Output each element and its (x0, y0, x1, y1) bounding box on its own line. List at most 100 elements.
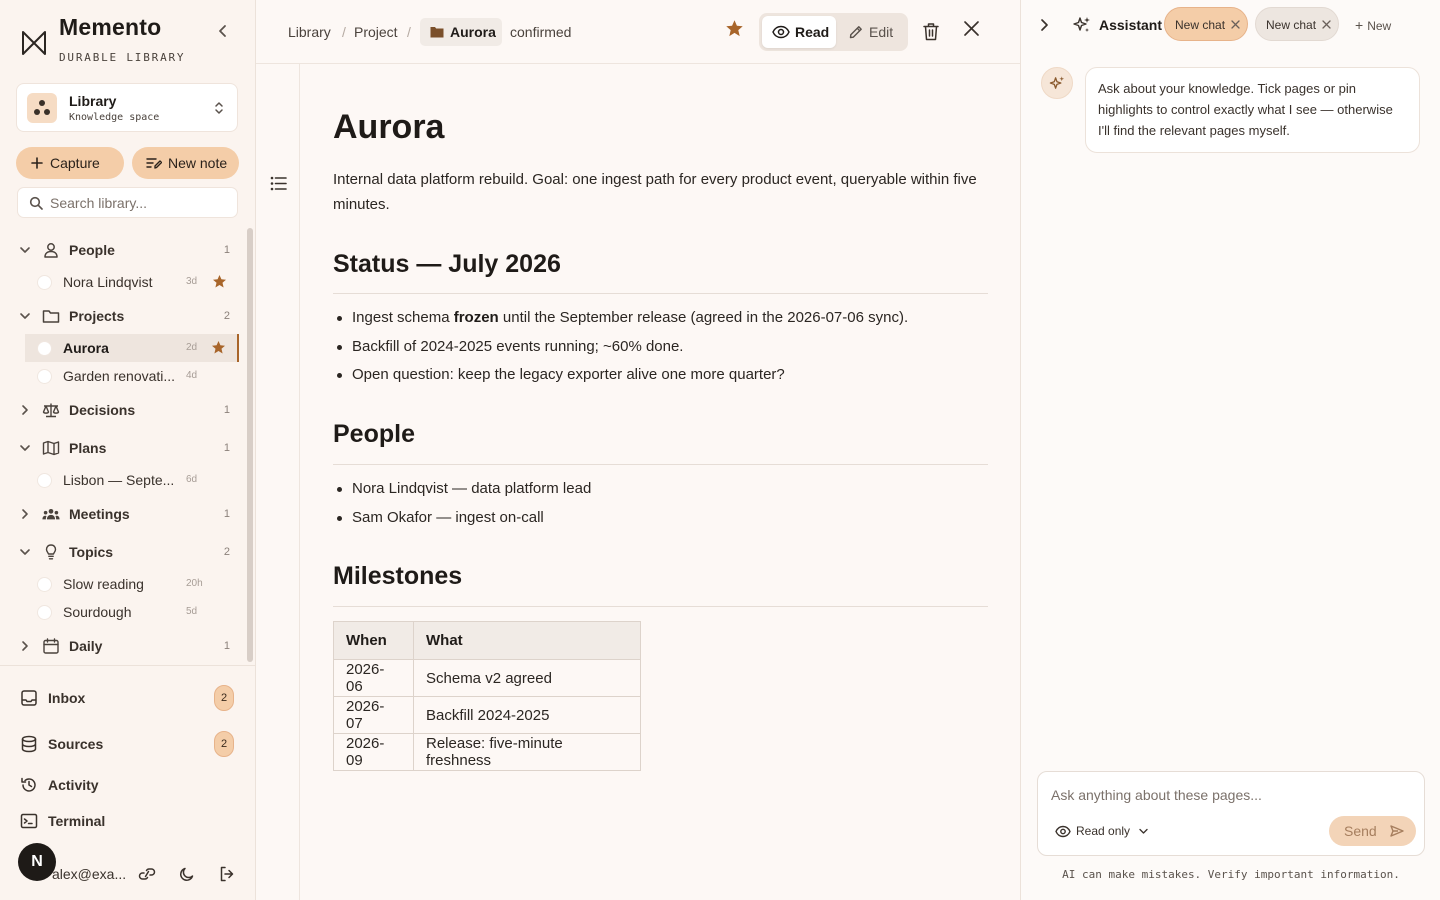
trash-icon[interactable] (922, 22, 940, 41)
eye-icon (1055, 825, 1071, 838)
read-mode-label: Read (795, 24, 830, 40)
close-icon[interactable] (963, 20, 980, 37)
tree-item-lisbon-september[interactable]: Lisbon — Septe... 6d (0, 466, 240, 494)
nav-activity[interactable]: Activity (20, 771, 240, 799)
tree-item-sourdough[interactable]: Sourdough 5d (0, 598, 240, 626)
divider (0, 665, 255, 666)
nav-label: Terminal (48, 813, 106, 829)
assistant-greeting: Ask about your knowledge. Tick pages or … (1085, 67, 1420, 153)
folder-icon (430, 27, 444, 38)
plus-icon (31, 157, 43, 169)
tree-group-meetings[interactable]: Meetings 1 (0, 500, 240, 528)
tree-item-slow-reading[interactable]: Slow reading 20h (0, 570, 240, 598)
page-dot-icon (37, 369, 52, 384)
toc-rail (256, 64, 300, 900)
page-dot-icon (37, 275, 52, 290)
tree-group-count: 1 (223, 244, 230, 256)
tree-item-label: Sourdough (63, 604, 132, 620)
close-icon[interactable] (1322, 20, 1331, 29)
chevron-down-icon (20, 313, 30, 319)
table-cell: Release: five-minute freshness (413, 733, 641, 771)
tree-group-label: Topics (69, 544, 114, 560)
chat-input[interactable] (1051, 782, 1411, 808)
list-item: Sam Okafor — ingest on-call (333, 504, 591, 533)
page-dot-icon (37, 605, 52, 620)
page-dot-icon (37, 577, 52, 592)
plus-icon: + (1355, 17, 1364, 33)
access-mode-label: Read only (1076, 824, 1131, 838)
search-input[interactable] (50, 188, 230, 217)
memento-logo-icon (22, 31, 46, 55)
tree-item-nora-lindqvist[interactable]: Nora Lindqvist 3d (0, 268, 240, 296)
doc-title: Aurora (333, 108, 445, 146)
new-note-button[interactable]: New note (132, 147, 239, 179)
breadcrumb-project[interactable]: Project (354, 24, 398, 40)
tree-item-label: Slow reading (63, 576, 144, 592)
tree-group-plans[interactable]: Plans 1 (0, 434, 240, 462)
space-switcher[interactable]: Library Knowledge space (16, 83, 238, 132)
nav-sources[interactable]: Sources 2 (20, 730, 240, 758)
list-item: Nora Lindqvist — data platform lead (333, 475, 591, 504)
send-button[interactable]: Send (1329, 816, 1416, 846)
toc-list-icon[interactable] (270, 176, 287, 191)
assistant-header: Assistant New chat New chat + New (1021, 0, 1440, 52)
sources-count-badge: 2 (214, 731, 234, 757)
tree-item-aurora[interactable]: Aurora 2d (25, 334, 239, 362)
chevron-down-icon (1139, 828, 1148, 834)
people-list: Nora Lindqvist — data platform lead Sam … (333, 475, 591, 532)
star-icon[interactable] (212, 274, 227, 289)
user-avatar[interactable]: N (18, 843, 56, 881)
tree-group-decisions[interactable]: Decisions 1 (0, 396, 240, 424)
breadcrumb-library[interactable]: Library (288, 24, 331, 40)
moon-icon[interactable] (178, 865, 196, 883)
nav-terminal[interactable]: Terminal (20, 807, 240, 835)
section-heading-status: Status — July 2026 (333, 250, 561, 278)
close-icon[interactable] (1231, 20, 1240, 29)
inbox-count-badge: 2 (214, 685, 234, 711)
link-icon[interactable] (138, 865, 156, 883)
edit-mode-label: Edit (869, 24, 894, 40)
heading-rule (333, 606, 988, 607)
list-item: Ingest schema frozen until the September… (333, 304, 908, 333)
new-chat-button[interactable]: + New (1355, 17, 1391, 33)
tree-group-label: Plans (69, 440, 107, 456)
chevron-right-icon (22, 405, 28, 415)
send-icon (1390, 825, 1404, 837)
database-icon (21, 735, 37, 753)
chevron-right-icon (22, 641, 28, 651)
tree-item-age: 5d (186, 606, 198, 617)
tree-group-topics[interactable]: Topics 2 (0, 538, 240, 566)
capture-button[interactable]: Capture (16, 147, 124, 179)
chat-tab-active[interactable]: New chat (1164, 7, 1248, 41)
collapse-sidebar-icon[interactable] (214, 22, 232, 40)
tree-group-daily[interactable]: Daily 1 (0, 632, 240, 660)
breadcrumb-separator: / (407, 24, 411, 40)
tree-item-garden-renovation[interactable]: Garden renovati... 4d (0, 362, 240, 390)
tree-group-projects[interactable]: Projects 2 (0, 302, 240, 330)
status-text: Ingest schema (352, 309, 454, 326)
tree-item-age: 4d (186, 370, 198, 381)
sidebar: Memento DURABLE LIBRARY Library Knowledg… (0, 0, 256, 900)
terminal-icon (20, 813, 38, 829)
section-heading-milestones: Milestones (333, 562, 463, 590)
view-mode-toggle: Read Edit (759, 13, 908, 51)
app-title: Memento (59, 14, 162, 40)
heading-rule (333, 464, 988, 465)
inbox-icon (21, 690, 37, 706)
nav-inbox[interactable]: Inbox 2 (20, 684, 240, 712)
breadcrumb-current[interactable]: Aurora (420, 18, 502, 46)
star-icon[interactable] (211, 340, 226, 355)
read-mode-button[interactable]: Read (762, 16, 836, 48)
star-icon[interactable] (725, 19, 744, 38)
nav-label: Activity (48, 777, 99, 793)
sparkles-icon (1073, 17, 1090, 32)
doc-status: confirmed (510, 24, 572, 40)
tree-item-age: 3d (186, 276, 198, 287)
chevron-right-icon[interactable] (1039, 18, 1051, 32)
breadcrumb-current-label: Aurora (450, 24, 496, 40)
chat-tab[interactable]: New chat (1255, 7, 1339, 41)
edit-mode-button[interactable]: Edit (839, 16, 905, 48)
tree-group-people[interactable]: People 1 (0, 236, 240, 264)
logout-icon[interactable] (218, 865, 236, 883)
table-cell: Schema v2 agreed (413, 659, 641, 697)
